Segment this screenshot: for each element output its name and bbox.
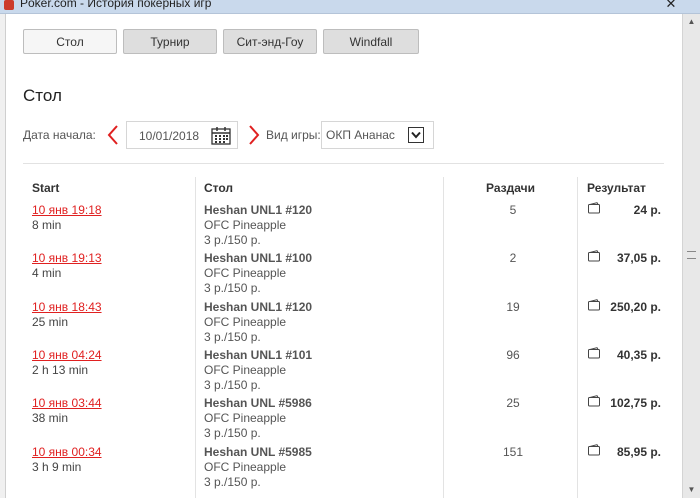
wallet-icon xyxy=(588,395,600,407)
scrollbar-grip[interactable] xyxy=(687,251,696,259)
tab-tournament[interactable]: Турнир xyxy=(123,29,217,54)
scroll-down-arrow-icon[interactable]: ▼ xyxy=(683,482,700,498)
table-row[interactable]: 10 янв 19:13 4 min Heshan UNL1 #100 OFC … xyxy=(23,250,673,299)
duration: 4 min xyxy=(32,266,62,280)
hands-count: 2 xyxy=(509,251,517,265)
table-name: Heshan UNL1 #100 xyxy=(204,251,313,265)
game-type: OFC Pineapple xyxy=(204,363,287,377)
start-date-value: 10/01/2018 xyxy=(139,129,200,143)
table-row[interactable]: 10 янв 18:43 25 min Heshan UNL1 #120 OFC… xyxy=(23,299,673,348)
wallet-icon xyxy=(588,299,600,311)
result-amount: 85,95 р. xyxy=(616,445,661,459)
game-type-select[interactable]: ОКП Ананас xyxy=(321,121,434,149)
tab-bar: Стол Турнир Сит-энд-Гоу Windfall xyxy=(23,29,419,54)
table-row[interactable]: 10 янв 04:24 2 h 13 min Heshan UNL1 #101… xyxy=(23,347,673,396)
table-name: Heshan UNL1 #120 xyxy=(204,203,313,217)
tab-sit-and-go[interactable]: Сит-энд-Гоу xyxy=(223,29,317,54)
start-time-link[interactable]: 10 янв 03:44 xyxy=(32,396,102,410)
chevron-right-icon[interactable] xyxy=(247,124,261,146)
wallet-icon xyxy=(588,250,600,262)
column-header-hands[interactable]: Раздачи xyxy=(486,181,535,195)
filter-bar: Дата начала: 10/01/2018 Вид игры: ОКП Ан… xyxy=(23,121,663,149)
hands-count: 19 xyxy=(506,300,520,314)
game-type: OFC Pineapple xyxy=(204,411,287,425)
column-header-table[interactable]: Стол xyxy=(204,181,233,195)
wallet-icon xyxy=(588,444,600,456)
wallet-icon xyxy=(588,347,600,359)
duration: 8 min xyxy=(32,218,62,232)
calendar-icon[interactable] xyxy=(211,126,231,145)
result-amount: 24 р. xyxy=(633,203,661,217)
stakes: 3 р./150 р. xyxy=(204,330,261,344)
chevron-left-icon[interactable] xyxy=(106,124,120,146)
result-amount: 250,20 р. xyxy=(610,300,661,314)
stakes: 3 р./150 р. xyxy=(204,233,261,247)
table-name: Heshan UNL #5985 xyxy=(204,445,312,459)
table-name: Heshan UNL1 #120 xyxy=(204,300,313,314)
start-date-field[interactable]: 10/01/2018 xyxy=(126,121,238,149)
duration: 3 h 9 min xyxy=(32,460,82,474)
wallet-icon xyxy=(588,202,600,214)
hands-count: 96 xyxy=(506,348,520,362)
game-type-label: Вид игры: xyxy=(266,128,321,142)
window-title: Poker.com - История покерных игр xyxy=(20,0,212,10)
hands-count: 151 xyxy=(502,445,524,459)
game-type: OFC Pineapple xyxy=(204,218,287,232)
main-content: Стол Турнир Сит-энд-Гоу Windfall Стол Да… xyxy=(5,14,682,498)
table-row[interactable]: 10 янв 19:18 8 min Heshan UNL1 #120 OFC … xyxy=(23,202,673,251)
table-row[interactable]: 10 янв 00:34 3 h 9 min Heshan UNL #5985 … xyxy=(23,444,673,493)
table-row[interactable]: 10 янв 03:44 38 min Heshan UNL #5986 OFC… xyxy=(23,395,673,444)
stakes: 3 р./150 р. xyxy=(204,281,261,295)
duration: 2 h 13 min xyxy=(32,363,89,377)
stakes: 3 р./150 р. xyxy=(204,426,261,440)
game-type: OFC Pineapple xyxy=(204,266,287,280)
duration: 38 min xyxy=(32,411,69,425)
vertical-scrollbar[interactable]: ▲ ▼ xyxy=(682,14,700,498)
start-date-label: Дата начала: xyxy=(23,128,96,142)
tab-table[interactable]: Стол xyxy=(23,29,117,54)
hands-count: 25 xyxy=(506,396,520,410)
result-amount: 102,75 р. xyxy=(610,396,661,410)
column-header-start[interactable]: Start xyxy=(32,181,59,195)
table-name: Heshan UNL1 #101 xyxy=(204,348,313,362)
stakes: 3 р./150 р. xyxy=(204,378,261,392)
result-amount: 40,35 р. xyxy=(616,348,661,362)
table-name: Heshan UNL #5986 xyxy=(204,396,312,410)
app-icon xyxy=(4,0,14,10)
game-type-value: ОКП Ананас xyxy=(326,128,395,142)
game-type: OFC Pineapple xyxy=(204,315,287,329)
hands-count: 5 xyxy=(509,203,517,217)
close-button[interactable]: ✕ xyxy=(662,0,680,11)
column-header-result[interactable]: Результат xyxy=(587,181,646,195)
game-type: OFC Pineapple xyxy=(204,460,287,474)
start-time-link[interactable]: 10 янв 19:13 xyxy=(32,251,102,265)
start-time-link[interactable]: 10 янв 19:18 xyxy=(32,203,102,217)
scroll-up-arrow-icon[interactable]: ▲ xyxy=(683,14,700,30)
page-title: Стол xyxy=(23,86,62,105)
start-time-link[interactable]: 10 янв 00:34 xyxy=(32,445,102,459)
duration: 25 min xyxy=(32,315,69,329)
divider xyxy=(23,163,664,164)
start-time-link[interactable]: 10 янв 18:43 xyxy=(32,300,102,314)
stakes: 3 р./150 р. xyxy=(204,475,261,489)
result-amount: 37,05 р. xyxy=(616,251,661,265)
title-bar: Poker.com - История покерных игр ✕ xyxy=(0,0,700,14)
tab-windfall[interactable]: Windfall xyxy=(323,29,419,54)
start-time-link[interactable]: 10 янв 04:24 xyxy=(32,348,102,362)
chevron-down-icon[interactable] xyxy=(408,127,424,143)
